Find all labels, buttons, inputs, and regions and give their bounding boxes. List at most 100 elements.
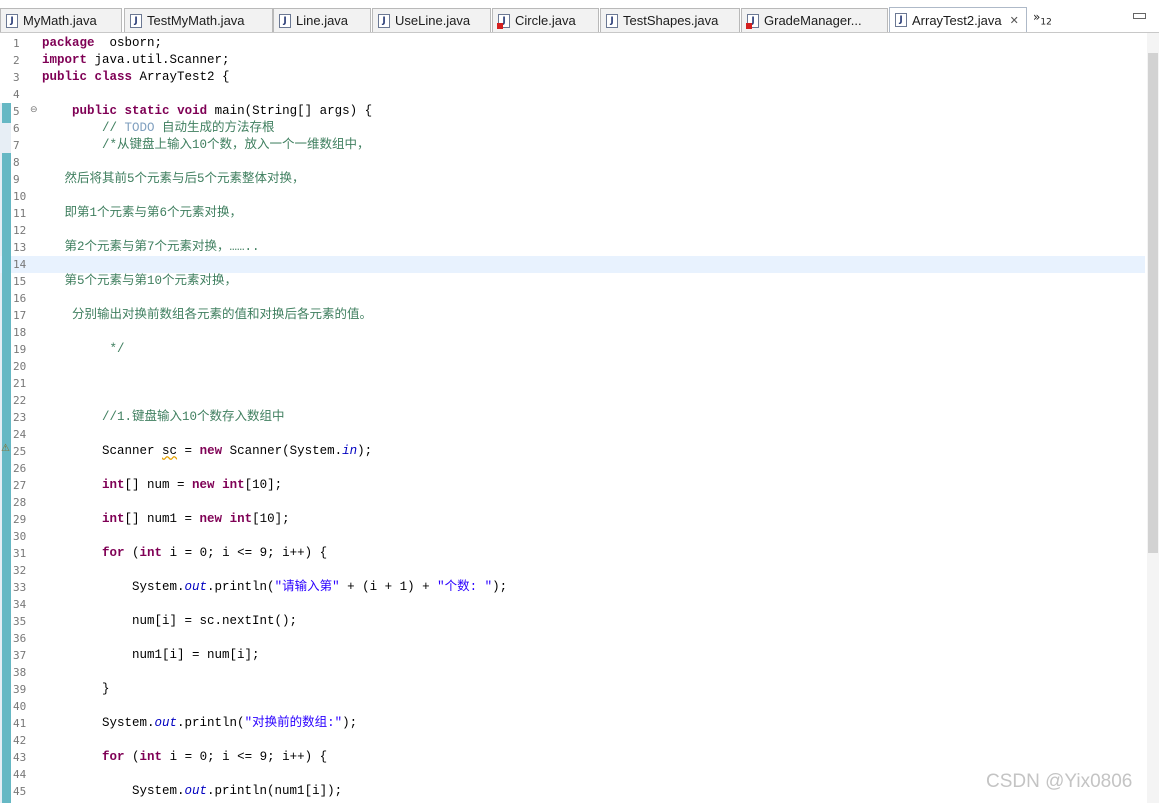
code-line[interactable]: 16 [0,290,1145,307]
line-number: 40 [13,700,27,713]
code-line[interactable]: 33 System.out.println("请输入第" + (i + 1) +… [0,579,1145,596]
code-line[interactable]: 35 num[i] = sc.nextInt(); [0,613,1145,630]
line-number: 14 [13,258,27,271]
code-line[interactable]: 31 for (int i = 0; i <= 9; i++) { [0,545,1145,562]
code-line[interactable]: 43 for (int i = 0; i <= 9; i++) { [0,749,1145,766]
code-line[interactable]: 28 [0,494,1145,511]
tab-line-java[interactable]: J Line.java [273,8,371,32]
code-line[interactable]: 9 然后将其前5个元素与后5个元素整体对换， [0,171,1145,188]
java-file-icon: J [6,13,18,28]
code-line[interactable]: 44 [0,766,1145,783]
tab-testshapes-java[interactable]: J TestShapes.java [600,8,740,32]
token: Scanner(System. [222,444,343,458]
close-tab-icon[interactable]: ✕ [1010,14,1019,27]
line-number: 2 [13,54,20,67]
java-file-icon: J [895,13,907,27]
token-cm: 第5个元素与第10个元素对换， [64,274,238,288]
code-line[interactable]: 34 [0,596,1145,613]
code-line[interactable]: 13 第2个元素与第7个元素对换，…….. [0,239,1145,256]
token: num[i] = sc.nextInt(); [42,614,298,628]
scrollbar-thumb[interactable] [1148,53,1158,553]
code-line[interactable]: 25 Scanner sc = new Scanner(System.in); [0,443,1145,460]
code-line[interactable]: 41 System.out.println("对换前的数组:"); [0,715,1145,732]
watermark: CSDN @Yix0806 [986,771,1133,792]
code-line[interactable]: 21 [0,375,1145,392]
token: [10]; [244,478,283,492]
tab-grademanager[interactable]: J GradeManager... [741,8,888,32]
code-line[interactable]: 14 [0,256,1145,273]
code-line[interactable]: 17 分别输出对换前数组各元素的值和对换后各元素的值。 [0,307,1145,324]
code-line[interactable]: 23 //1.键盘输入10个数存入数组中 [0,409,1145,426]
fold-collapse-icon[interactable]: ⊖ [30,103,38,118]
code-line[interactable]: 18 [0,324,1145,341]
line-number: 1 [13,37,20,50]
code-line[interactable]: 24 [0,426,1145,443]
token-warn: sc [162,444,178,458]
code-text: 即第1个元素与第6个元素对换， [42,205,243,222]
code-line[interactable]: 12 [0,222,1145,239]
token-kw: new [199,444,223,458]
tab-mymath-java[interactable]: J MyMath.java [0,8,122,32]
token-str: "个数: " [437,580,493,594]
code-line[interactable]: 1 package osborn; [0,35,1145,52]
code-line[interactable]: 39 } [0,681,1145,698]
code-line[interactable]: 45 System.out.println(num1[i]); [0,783,1145,800]
code-line[interactable]: 5 ⊖ public static void main(String[] args… [0,103,1145,120]
code-line[interactable]: 38 [0,664,1145,681]
code-line[interactable]: 4 [0,86,1145,103]
line-number: 35 [13,615,27,628]
code-line[interactable]: 3 public class ArrayTest2 { [0,69,1145,86]
line-number: 9 [13,173,20,186]
warning-icon[interactable]: ⚠ [1,443,10,454]
code-line[interactable]: 22 [0,392,1145,409]
code-line[interactable]: 30 [0,528,1145,545]
tab-circle-java[interactable]: J Circle.java [492,8,599,32]
token-kw: import [42,53,88,67]
minimize-icon[interactable] [1133,13,1146,19]
overflow-count: 12 [1040,17,1052,28]
code-line[interactable]: 32 [0,562,1145,579]
java-file-icon: J [279,13,291,28]
token-kw: new [192,478,215,492]
code-line[interactable]: 8 [0,154,1145,171]
code-editor[interactable]: 1 package osborn; 2 import java.util.Scanne… [0,33,1159,803]
java-file-icon: J [378,13,390,28]
code-line[interactable]: 15 第5个元素与第10个元素对换， [0,273,1145,290]
tab-useline-java[interactable]: J UseLine.java [372,8,491,32]
code-line[interactable]: 27 int[] num = new int[10]; [0,477,1145,494]
token: i = 0; i <= 9; i++) { [162,750,328,764]
code-line[interactable]: 40 [0,698,1145,715]
tab-label: TestMyMath.java [147,13,245,28]
token-kw: public [42,70,88,84]
token-kw: int [102,478,125,492]
code-line[interactable]: 20 [0,358,1145,375]
code-line[interactable]: 11 即第1个元素与第6个元素对换， [0,205,1145,222]
line-number: 21 [13,377,27,390]
code-line[interactable]: 2 import java.util.Scanner; [0,52,1145,69]
tab-overflow-button[interactable]: »12 [1033,10,1052,27]
line-number: 32 [13,564,27,577]
code-line[interactable]: 29 int[] num1 = new int[10]; [0,511,1145,528]
token-kw: int [102,512,125,526]
token-kw: int [139,546,163,560]
code-line[interactable]: 42 [0,732,1145,749]
token: = [177,444,200,458]
code-line[interactable]: 36 [0,630,1145,647]
tab-arraytest2-java[interactable]: J ArrayTest2.java ✕ [889,7,1027,32]
code-line[interactable]: 37 num1[i] = num[i]; [0,647,1145,664]
tab-testmymath-java[interactable]: J TestMyMath.java [124,8,273,32]
line-number: 45 [13,785,27,798]
code-line[interactable]: 7 /*从键盘上输入10个数，放入一个一维数组中， [0,137,1145,154]
code-line[interactable]: 10 [0,188,1145,205]
code-line[interactable]: 6 // TODO 自动生成的方法存根 [0,120,1145,137]
code-line[interactable]: 19 */ [0,341,1145,358]
code-line[interactable]: 26 [0,460,1145,477]
token-kw: void [177,104,208,118]
